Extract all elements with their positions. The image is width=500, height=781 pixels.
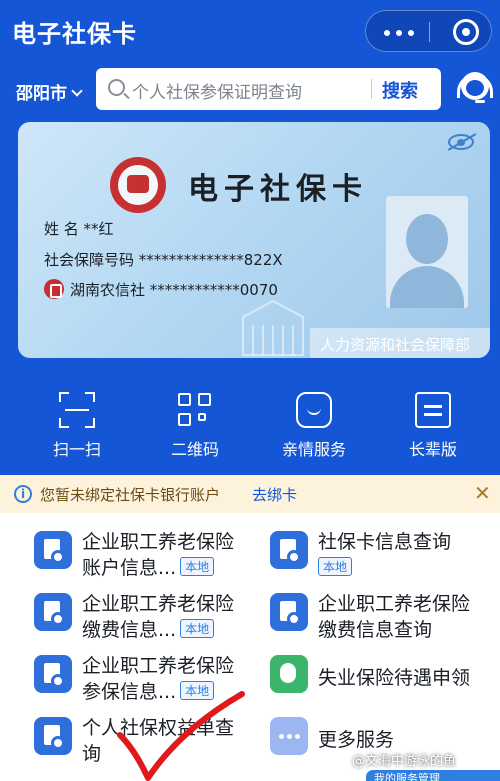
quick-action-family[interactable]: 亲情服务	[269, 392, 359, 462]
service-grid: 企业职工养老保险 账户信息... 本地 社保卡信息查询 本地 企业职工养老保险 缴…	[0, 513, 500, 781]
service-title: 企业职工养老保险	[82, 593, 235, 615]
scan-corner	[59, 418, 69, 428]
avatar-placeholder	[386, 196, 468, 308]
scan-icon	[59, 392, 95, 428]
card-name: 姓 名 **红	[44, 220, 114, 238]
search-bar[interactable]: 个人社保参保证明查询 搜索	[96, 68, 441, 110]
more-menu-icon[interactable]	[384, 30, 390, 36]
icon-dot	[51, 736, 65, 750]
qr-code-icon	[177, 392, 213, 428]
qr-square	[198, 393, 211, 406]
headset-mic	[475, 100, 485, 103]
service-subtitle: 询	[82, 743, 102, 765]
quick-action-elder[interactable]: 长辈版	[388, 392, 478, 462]
scan-corner	[85, 418, 95, 428]
card-title: 电子社保卡	[188, 172, 368, 207]
search-icon	[108, 79, 125, 96]
service-item[interactable]: 企业职工养老保险 账户信息... 本地	[34, 527, 254, 587]
quick-action-label: 二维码	[170, 440, 219, 459]
service-title: 企业职工养老保险	[82, 531, 235, 553]
bind-card-notice: i 您暂未绑定社保卡银行账户 去绑卡 ✕	[0, 475, 500, 513]
search-divider	[371, 79, 372, 99]
service-item[interactable]: 企业职工养老保险 缴费信息查询	[270, 589, 490, 649]
service-item[interactable]: 社保卡信息查询 本地	[270, 527, 490, 587]
local-tag: 本地	[180, 557, 215, 576]
icon-dot	[51, 550, 65, 564]
card-bank-account: 湖南农信社 ************0070	[70, 281, 278, 299]
more-dots	[279, 734, 284, 739]
city-selector[interactable]: 邵阳市	[16, 79, 83, 104]
info-icon: i	[14, 485, 32, 503]
headset-face	[466, 80, 484, 96]
bank-logo-icon	[44, 279, 64, 299]
rights-query-icon	[34, 717, 72, 755]
close-target-icon[interactable]	[453, 19, 479, 45]
more-icon	[270, 717, 308, 755]
family-smile	[307, 408, 321, 415]
service-subtitle: 账户信息...	[82, 557, 177, 579]
watermark-text: @文海中游泳的鱼	[352, 754, 457, 769]
service-title: 企业职工养老保险	[318, 593, 471, 615]
mini-program-capsule[interactable]	[365, 10, 492, 52]
scan-corner	[59, 392, 69, 402]
page-title: 电子社保卡	[12, 20, 137, 48]
icon-doc	[280, 663, 296, 683]
service-subtitle-row: 账户信息... 本地	[82, 553, 215, 580]
service-title: 失业保险待遇申领	[318, 667, 471, 689]
service-subtitle: 缴费信息...	[82, 619, 177, 641]
card-issuer: 人力资源和社会保障部	[310, 328, 490, 358]
pension-enroll-icon	[34, 655, 72, 693]
local-tag: 本地	[180, 619, 215, 638]
family-service-icon	[296, 392, 332, 428]
city-label: 邵阳市	[16, 84, 67, 104]
quick-action-label: 扫一扫	[52, 440, 101, 459]
pension-payment-query-icon	[270, 593, 308, 631]
service-title: 更多服务	[318, 729, 395, 751]
quick-action-qr[interactable]: 二维码	[150, 392, 240, 462]
top-header-area: 电子社保卡 邵阳市 个人社保参保证明查询 搜索 电子社保卡 姓 名 **红 社会…	[0, 0, 500, 475]
bind-card-link[interactable]: 去绑卡	[252, 484, 297, 505]
icon-dot	[287, 612, 301, 626]
close-icon[interactable]: ✕	[474, 481, 491, 505]
card-id-number: 社会保障号码 **************822X	[44, 251, 283, 269]
service-title: 企业职工养老保险	[82, 655, 235, 677]
customer-service-icon[interactable]	[455, 68, 495, 108]
scan-corner	[85, 392, 95, 402]
search-input[interactable]: 个人社保参保证明查询	[132, 78, 302, 103]
local-tag: 本地	[318, 557, 353, 576]
my-service-manage-bar[interactable]: 我的服务管理	[366, 770, 500, 781]
notice-text: 您暂未绑定社保卡银行账户	[40, 486, 221, 504]
search-button[interactable]: 搜索	[382, 77, 418, 103]
capsule-divider	[429, 22, 430, 42]
pension-payment-icon	[34, 593, 72, 631]
social-security-card[interactable]: 电子社保卡 姓 名 **红 社会保障号码 **************822X …	[18, 122, 490, 358]
icon-dot	[51, 612, 65, 626]
quick-action-label: 长辈版	[408, 440, 457, 459]
icon-dot	[287, 550, 301, 564]
service-item[interactable]: 企业职工养老保险 缴费信息... 本地	[34, 589, 254, 649]
avatar-head	[406, 214, 448, 264]
qr-square	[198, 413, 206, 421]
qr-square	[178, 413, 191, 426]
elder-line	[424, 413, 442, 416]
building-watermark-icon	[242, 299, 304, 356]
pension-account-icon	[34, 531, 72, 569]
service-subtitle-row: 缴费信息... 本地	[82, 615, 215, 642]
icon-dot	[51, 674, 65, 688]
elder-line	[424, 405, 442, 408]
handwritten-checkmark-icon	[117, 691, 245, 781]
card-info-icon	[270, 531, 308, 569]
quick-action-scan[interactable]: 扫一扫	[32, 392, 122, 462]
social-security-emblem-icon	[110, 157, 166, 213]
qr-square	[178, 393, 191, 406]
elder-mode-icon	[415, 392, 451, 428]
chevron-down-icon	[71, 85, 83, 97]
quick-action-label: 亲情服务	[281, 440, 346, 459]
avatar-body	[390, 266, 464, 308]
service-title: 社保卡信息查询	[318, 531, 452, 553]
scan-line	[65, 409, 89, 411]
service-item[interactable]: 失业保险待遇申领	[270, 651, 490, 711]
unemployment-icon	[270, 655, 308, 693]
service-subtitle: 缴费信息查询	[318, 619, 433, 641]
